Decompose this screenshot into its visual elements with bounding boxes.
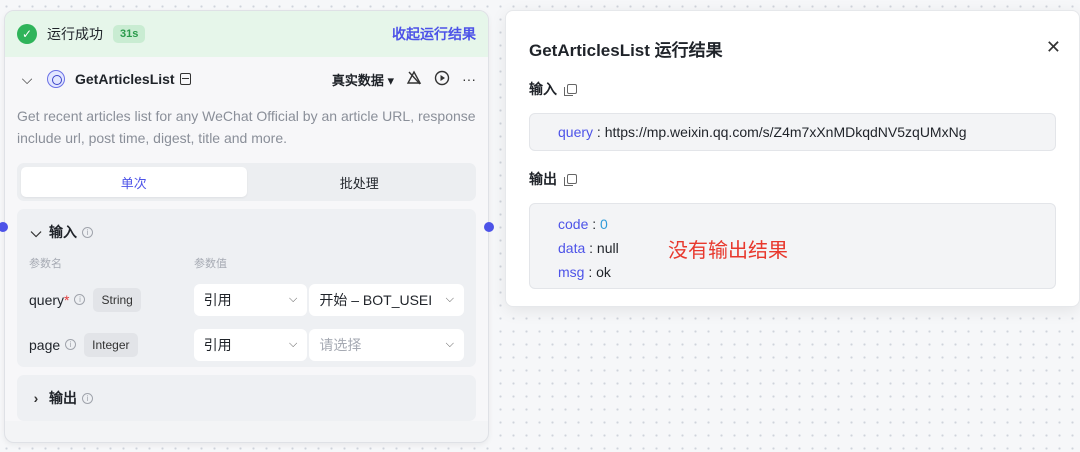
mode-dropdown[interactable]: 真实数据 ▾ (332, 70, 394, 89)
plugin-icon (47, 70, 65, 88)
output-label: 输出 (529, 171, 557, 187)
node-description: Get recent articles list for any WeChat … (17, 108, 476, 146)
node-header: ⌵ GetArticlesList 真实数据 ▾ ··· (17, 57, 476, 101)
input-section-title: 输入 (49, 224, 77, 240)
param-row-page: page i Integer 引用 ⌵ 请选择 ⌵ (29, 324, 464, 365)
chevron-down-icon: ⌵ (30, 223, 42, 240)
chevron-down-icon: ⌵ (289, 293, 298, 305)
output-label-row: 输出 (529, 169, 1056, 189)
tab-batch[interactable]: 批处理 (247, 167, 473, 197)
param-type-badge: String (93, 287, 141, 312)
param-name-header: 参数名 (29, 258, 62, 270)
output-result-box: code : 0 data : null msg : ok 没有输出结果 (529, 203, 1056, 289)
collapse-result-button[interactable]: 收起运行结果 (392, 24, 476, 44)
run-time-badge: 31s (113, 25, 146, 43)
source-select[interactable]: 引用 ⌵ (193, 283, 308, 316)
chevron-down-icon: ⌵ (445, 293, 454, 305)
node-title[interactable]: GetArticlesList (75, 71, 175, 87)
info-icon[interactable]: i (74, 294, 86, 305)
source-select-value: 引用 (203, 336, 232, 353)
chevron-right-icon: › (33, 390, 39, 406)
play-icon[interactable] (434, 70, 450, 89)
key-separator: : (585, 240, 597, 256)
output-key: code (558, 216, 589, 232)
caret-down-icon: ▾ (387, 72, 394, 88)
input-result-box: query : https://mp.weixin.qq.com/s/Z4m7x… (529, 113, 1056, 151)
value-select-placeholder: 请选择 (319, 336, 362, 353)
check-circle-icon: ✓ (17, 24, 37, 44)
source-select[interactable]: 引用 ⌵ (193, 328, 308, 361)
info-icon[interactable]: i (82, 226, 93, 238)
input-section-header[interactable]: ⌵ 输入 i (29, 209, 464, 255)
input-value: https://mp.weixin.qq.com/s/Z4m7xXnMDkqdN… (604, 124, 967, 140)
param-name-cell: page i Integer (29, 332, 194, 357)
run-mode-tabs: 单次 批处理 (17, 163, 476, 201)
input-section: ⌵ 输入 i 参数名 参数值 query * i String 引用 ⌵ 开始 … (17, 209, 476, 367)
run-status-text: 运行成功 (47, 26, 103, 42)
output-section-title: 输出 (49, 390, 77, 406)
required-mark: * (64, 291, 70, 308)
output-key: data (558, 240, 586, 256)
key-separator: : (593, 124, 605, 140)
node-body: ⌵ GetArticlesList 真实数据 ▾ ··· Get recent … (5, 57, 488, 421)
param-type-badge: Integer (84, 332, 138, 357)
output-value: 0 (600, 216, 608, 232)
value-select-value: 开始 – BOT_USEI (319, 291, 433, 308)
info-icon[interactable]: i (65, 339, 77, 350)
info-icon[interactable]: i (82, 392, 93, 404)
key-separator: : (584, 264, 597, 280)
copy-icon[interactable] (564, 84, 577, 96)
output-line-data: data : null (558, 236, 1027, 260)
param-name: page (29, 336, 61, 353)
output-key: msg (558, 264, 585, 280)
param-value-header: 参数值 (194, 258, 227, 270)
run-result-panel: GetArticlesList 运行结果 ✕ 输入 query : https:… (505, 10, 1080, 307)
param-name: query (29, 291, 65, 308)
output-line-msg: msg : ok (558, 260, 1027, 284)
copy-icon[interactable] (564, 174, 577, 186)
no-output-annotation: 没有输出结果 (668, 240, 788, 262)
output-value: ok (596, 264, 611, 280)
chevron-down-icon: ⌵ (289, 338, 298, 350)
input-label-row: 输入 (529, 79, 1056, 99)
node-actions: 真实数据 ▾ ··· (332, 70, 476, 89)
input-label: 输入 (529, 81, 557, 97)
output-value: null (596, 240, 619, 256)
input-key: query (558, 124, 594, 140)
output-section: › 输出 i (17, 375, 476, 421)
param-column-headers: 参数名 参数值 (29, 255, 464, 275)
more-icon[interactable]: ··· (462, 71, 476, 87)
panel-title: GetArticlesList 运行结果 (529, 40, 723, 60)
tab-single[interactable]: 单次 (21, 167, 247, 197)
param-row-query: query * i String 引用 ⌵ 开始 – BOT_USEI ⌵ (29, 279, 464, 320)
value-select[interactable]: 开始 – BOT_USEI ⌵ (309, 283, 464, 316)
plugin-node[interactable]: ✓ 运行成功 31s 收起运行结果 ⌵ GetArticlesList 真实数据… (4, 10, 489, 443)
output-section-header[interactable]: › 输出 i (29, 375, 464, 421)
doc-icon[interactable] (179, 73, 191, 85)
source-select-value: 引用 (203, 291, 232, 308)
run-status-bar: ✓ 运行成功 31s 收起运行结果 (5, 11, 488, 57)
chevron-down-icon: ⌵ (445, 338, 454, 350)
close-icon[interactable]: ✕ (1046, 37, 1061, 58)
output-port[interactable] (484, 222, 494, 232)
no-alert-icon[interactable] (406, 70, 422, 89)
mode-label: 真实数据 (331, 72, 384, 88)
value-select[interactable]: 请选择 ⌵ (309, 328, 464, 361)
key-separator: : (588, 216, 601, 232)
output-line-code: code : 0 (558, 212, 1027, 236)
chevron-down-icon[interactable]: ⌵ (17, 71, 37, 88)
param-name-cell: query * i String (29, 287, 194, 312)
